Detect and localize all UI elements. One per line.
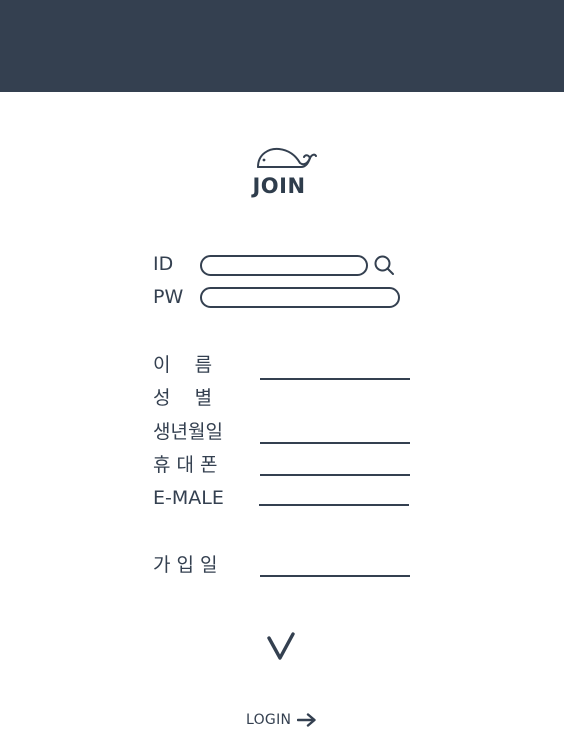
pw-label: PW <box>153 286 184 308</box>
phone-input[interactable] <box>260 456 410 476</box>
email-input[interactable] <box>259 486 409 506</box>
whale-icon <box>257 147 317 168</box>
page-title: JOIN <box>252 174 306 198</box>
id-input[interactable] <box>200 255 368 276</box>
arrow-right-icon <box>297 713 316 727</box>
id-label: ID <box>153 253 174 275</box>
name-input[interactable] <box>260 360 410 380</box>
birthdate-input[interactable] <box>260 424 410 444</box>
join-date-input[interactable] <box>260 557 410 577</box>
gender-label: 성 별 <box>153 387 213 409</box>
top-header-bar <box>0 0 564 92</box>
login-label: LOGIN <box>246 712 292 728</box>
pw-input[interactable] <box>200 287 400 308</box>
join-date-label: 가 입 일 <box>153 554 218 576</box>
phone-label: 휴 대 폰 <box>153 454 218 476</box>
search-icon[interactable] <box>373 254 395 276</box>
birthdate-label: 생년월일 <box>153 421 223 443</box>
login-link[interactable]: LOGIN <box>246 709 317 731</box>
email-label: E-MALE <box>153 487 224 509</box>
checkmark-icon[interactable] <box>264 630 298 664</box>
name-label: 이 름 <box>153 354 213 376</box>
